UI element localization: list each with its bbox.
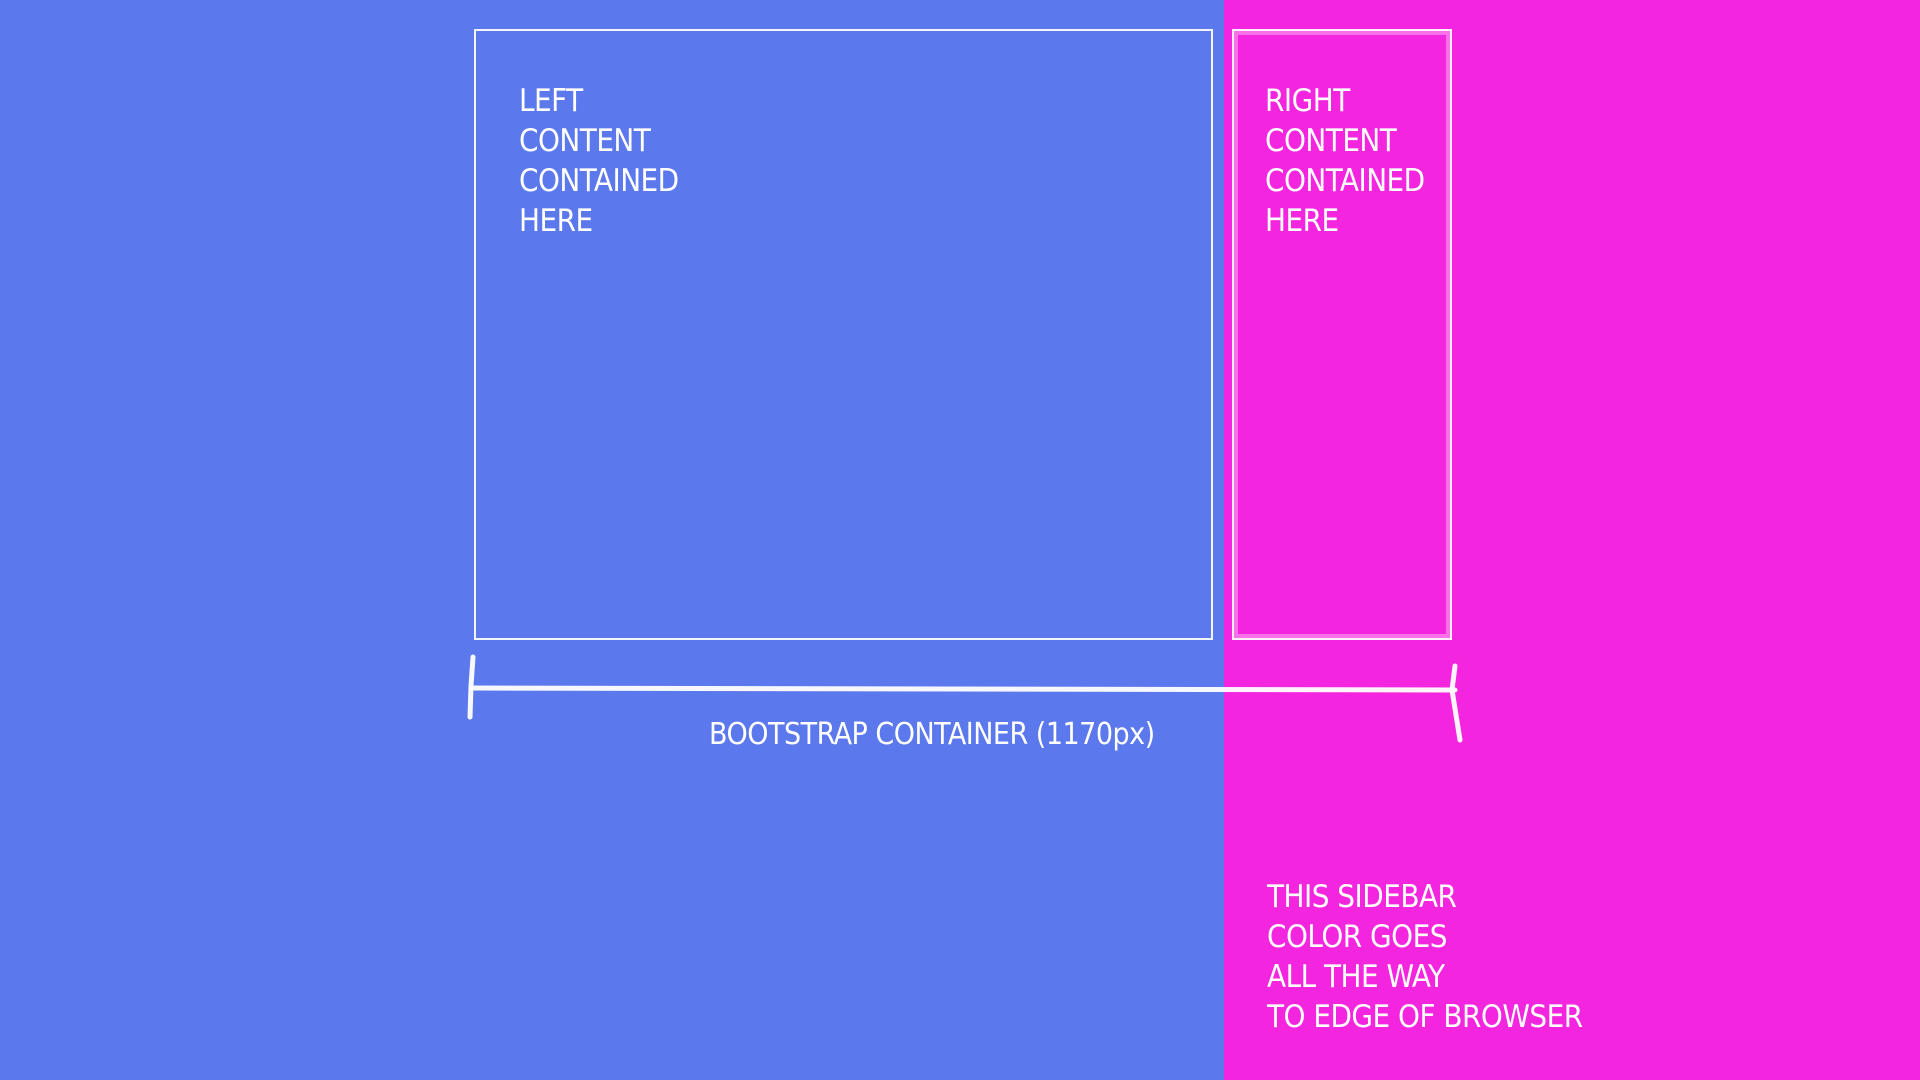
left-content-line: CONTAINED — [519, 163, 679, 199]
container-caption: BOOTSTRAP CONTAINER (1170px) — [709, 717, 1155, 752]
right-content-line: CONTENT — [1265, 123, 1397, 159]
left-content-line: LEFT — [519, 83, 583, 119]
right-content-label: RIGHT CONTENT CONTAINED HERE — [1265, 81, 1425, 241]
sidebar-note-line: TO EDGE OF BROWSER — [1267, 999, 1583, 1035]
sidebar-note-line: THIS SIDEBAR — [1267, 879, 1457, 915]
right-content-line: RIGHT — [1265, 83, 1350, 119]
sidebar-note: THIS SIDEBAR COLOR GOES ALL THE WAY TO E… — [1267, 877, 1583, 1037]
right-content-line: CONTAINED — [1265, 163, 1425, 199]
left-content-label: LEFT CONTENT CONTAINED HERE — [519, 81, 679, 241]
left-content-line: HERE — [519, 203, 593, 239]
right-content-line: HERE — [1265, 203, 1339, 239]
left-content-line: CONTENT — [519, 123, 651, 159]
sidebar-note-line: ALL THE WAY — [1267, 959, 1445, 995]
sidebar-note-line: COLOR GOES — [1267, 919, 1447, 955]
